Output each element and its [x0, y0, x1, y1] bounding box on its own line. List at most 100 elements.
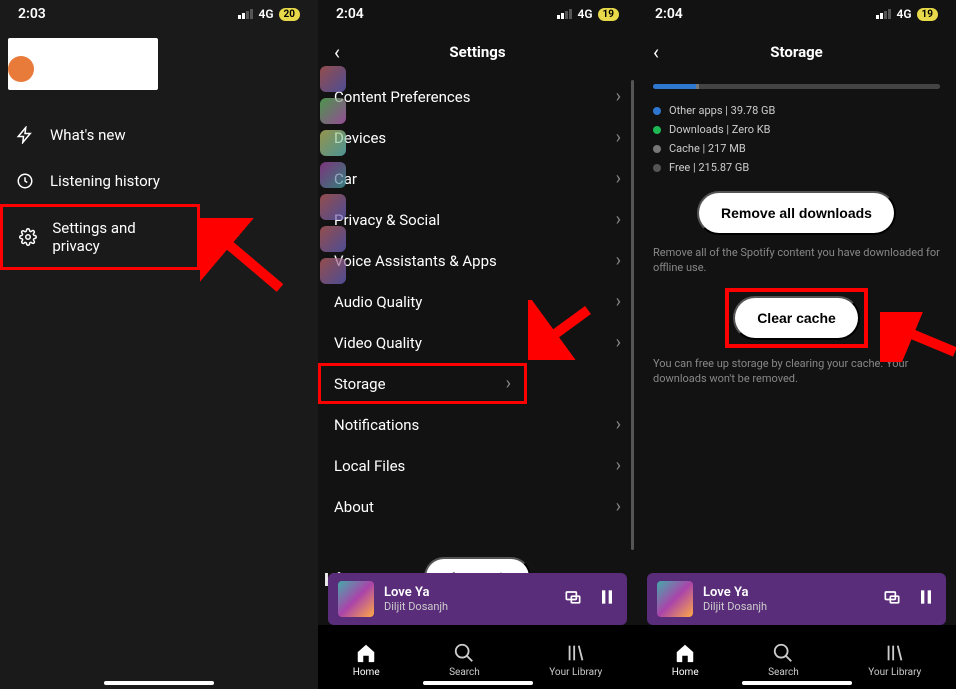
storage-seg-free: [699, 84, 940, 89]
nav-label: Home: [672, 667, 699, 678]
track-title: Love Ya: [703, 585, 872, 600]
legend-downloads: Downloads | Zero KB: [653, 120, 940, 139]
avatar: [8, 56, 34, 82]
gear-icon: [17, 226, 38, 248]
now-playing-text: Love Ya Diljit Dosanjh: [384, 585, 553, 613]
menu-label: Listening history: [50, 172, 160, 190]
signal-icon: [557, 9, 572, 19]
settings-item-notifications[interactable]: Notifications›: [318, 404, 637, 445]
legend-label: Other apps | 39.78 GB: [669, 104, 775, 117]
settings-item-car[interactable]: Car›: [318, 158, 637, 199]
settings-item-storage[interactable]: Storage›: [318, 363, 527, 404]
nav-label: Home: [353, 667, 380, 678]
settings-item-about[interactable]: About›: [318, 486, 637, 527]
battery-badge: 20: [279, 8, 300, 21]
chevron-right-icon: ›: [616, 209, 621, 230]
nav-library[interactable]: Your Library: [868, 642, 921, 678]
legend-other-apps: Other apps | 39.78 GB: [653, 101, 940, 120]
nav-search[interactable]: Search: [768, 642, 799, 678]
annotation-arrow: [528, 300, 598, 360]
legend-label: Free | 215.87 GB: [669, 161, 749, 174]
back-button[interactable]: ‹: [334, 40, 340, 64]
network-label: 4G: [896, 7, 911, 21]
status-bar: 2:04 4G 19: [637, 0, 956, 28]
settings-item-devices[interactable]: Devices›: [318, 117, 637, 158]
cast-icon[interactable]: [563, 587, 583, 611]
remove-downloads-button[interactable]: Remove all downloads: [697, 191, 896, 235]
status-time: 2:04: [336, 6, 364, 22]
status-time: 2:03: [18, 6, 46, 22]
library-icon: [884, 642, 906, 664]
status-time: 2:04: [655, 6, 683, 22]
status-right: 4G 19: [557, 7, 619, 21]
history-icon: [14, 170, 36, 192]
menu-item-listening-history[interactable]: Listening history: [0, 158, 318, 204]
now-playing-bar[interactable]: Love Ya Diljit Dosanjh: [647, 573, 946, 625]
legend-free: Free | 215.87 GB: [653, 158, 940, 177]
clear-cache-button[interactable]: Clear cache: [733, 296, 860, 340]
storage-seg-other: [653, 84, 696, 89]
page-title: Settings: [318, 43, 637, 61]
legend-label: Cache | 217 MB: [669, 142, 746, 155]
nav-library[interactable]: Your Library: [549, 642, 602, 678]
pause-icon[interactable]: [916, 587, 936, 611]
nav-home[interactable]: Home: [672, 642, 699, 678]
legend-dot: [653, 145, 661, 153]
menu-item-whats-new[interactable]: What's new: [0, 112, 318, 158]
legend-cache: Cache | 217 MB: [653, 139, 940, 158]
menu-item-settings-privacy[interactable]: Settings and privacy: [0, 204, 200, 270]
chevron-right-icon: ›: [616, 291, 621, 312]
phone-screen-3: 2:04 4G 19 ‹ Storage Other apps | 39.78 …: [637, 0, 956, 689]
chevron-right-icon: ›: [616, 414, 621, 435]
signal-icon: [238, 9, 253, 19]
nav-label: Your Library: [868, 667, 921, 678]
clear-cache-highlight: Clear cache: [725, 288, 868, 348]
album-art: [338, 581, 374, 617]
chevron-right-icon: ›: [616, 86, 621, 107]
home-indicator: [423, 681, 533, 685]
nav-label: Search: [449, 667, 480, 678]
scrollbar[interactable]: [631, 80, 634, 550]
annotation-arrow: [200, 218, 290, 298]
track-title: Love Ya: [384, 585, 553, 600]
cast-icon[interactable]: [882, 587, 902, 611]
phone-screen-2: Hi 2:04 4G 19 ‹ Settings Content Prefere…: [318, 0, 637, 689]
chevron-right-icon: ›: [616, 496, 621, 517]
settings-item-content-preferences[interactable]: Content Preferences›: [318, 76, 637, 117]
nav-search[interactable]: Search: [449, 642, 480, 678]
battery-badge: 19: [917, 8, 938, 21]
chevron-right-icon: ›: [616, 168, 621, 189]
nav-label: Your Library: [549, 667, 602, 678]
status-bar: 2:04 4G 19: [318, 0, 637, 28]
bottom-nav: Home Search Your Library: [637, 625, 956, 689]
search-icon: [772, 642, 794, 664]
back-button[interactable]: ‹: [653, 40, 659, 64]
album-art: [657, 581, 693, 617]
pause-icon[interactable]: [597, 587, 617, 611]
page-header: ‹ Storage: [637, 28, 956, 76]
nav-home[interactable]: Home: [353, 642, 380, 678]
settings-item-local-files[interactable]: Local Files›: [318, 445, 637, 486]
legend-dot: [653, 107, 661, 115]
search-icon: [453, 642, 475, 664]
track-artist: Diljit Dosanjh: [384, 600, 553, 613]
remove-downloads-desc: Remove all of the Spotify content you ha…: [637, 243, 956, 278]
legend-label: Downloads | Zero KB: [669, 123, 770, 136]
chevron-right-icon: ›: [616, 127, 621, 148]
chevron-right-icon: ›: [506, 373, 511, 394]
nav-label: Search: [768, 667, 799, 678]
menu-label: What's new: [50, 126, 126, 144]
page-title: Storage: [637, 43, 956, 61]
network-label: 4G: [258, 7, 273, 21]
settings-item-voice-assistants[interactable]: Voice Assistants & Apps›: [318, 240, 637, 281]
battery-badge: 19: [598, 8, 619, 21]
legend-dot: [653, 164, 661, 172]
status-right: 4G 19: [876, 7, 938, 21]
status-bar: 2:03 4G 20: [0, 0, 318, 28]
settings-item-privacy-social[interactable]: Privacy & Social›: [318, 199, 637, 240]
chevron-right-icon: ›: [616, 455, 621, 476]
phone-screen-1: 2:03 4G 20 What's new Listening history …: [0, 0, 318, 689]
home-icon: [355, 642, 377, 664]
network-label: 4G: [577, 7, 592, 21]
now-playing-bar[interactable]: Love Ya Diljit Dosanjh: [328, 573, 627, 625]
